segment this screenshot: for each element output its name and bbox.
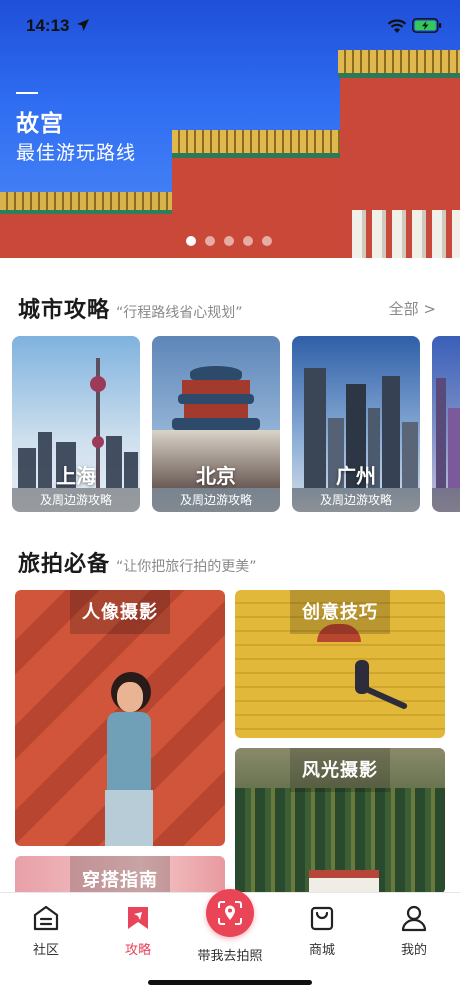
wifi-icon — [387, 19, 407, 33]
model-jeans — [105, 790, 153, 846]
tab-profile[interactable]: 我的 — [374, 903, 454, 958]
carousel-indicator[interactable] — [186, 236, 272, 246]
tab-label: 社区 — [32, 943, 59, 958]
photo-tile-creative[interactable]: 创意技巧 — [235, 590, 445, 738]
hero-accent-line — [16, 92, 38, 94]
view-all-link[interactable]: 全部 > — [389, 298, 436, 319]
section-title: 城市攻略 — [18, 298, 111, 323]
city-caption-bar — [432, 488, 460, 512]
hero-banner[interactable]: 14:13 故宫 最佳游玩路线 — [0, 0, 460, 258]
tab-take-me-to-shoot[interactable]: 带我去拍照 — [190, 889, 270, 964]
city-caption: 及周边游攻略 — [12, 488, 140, 512]
skyscraper — [448, 408, 460, 488]
cabin — [309, 870, 379, 894]
battery-charging-icon — [412, 18, 442, 33]
photo-tile-landscape[interactable]: 风光摄影 — [235, 748, 445, 894]
shopping-bag-icon — [310, 906, 334, 931]
tab-community[interactable]: 社区 — [6, 903, 86, 958]
model-top — [107, 712, 151, 794]
tile-label: 穿搭指南 — [70, 856, 170, 894]
marble-balustrade — [352, 210, 460, 258]
temple-tier — [184, 404, 248, 418]
city-name: 上海 — [56, 464, 96, 488]
tab-mall[interactable]: 商城 — [282, 903, 362, 958]
profile-icon — [401, 905, 427, 932]
city-section-header: 城市攻略 “行程路线省心规划” — [18, 292, 243, 324]
tab-label: 带我去拍照 — [197, 949, 263, 964]
city-card-beijing[interactable]: 北京 及周边游攻略 — [152, 336, 280, 512]
jumping-person-leg — [359, 684, 409, 710]
city-card-shanghai[interactable]: 上海 及周边游攻略 — [12, 336, 140, 512]
section-quote: “让你把旅行拍的更美” — [116, 559, 257, 575]
skyscraper — [436, 378, 446, 488]
palace-roof-left — [0, 192, 175, 214]
city-caption: 及周边游攻略 — [152, 488, 280, 512]
home-indicator[interactable] — [148, 980, 312, 985]
palace-roof-middle — [172, 130, 352, 158]
carousel-dot[interactable] — [224, 236, 234, 246]
photo-section-header: 旅拍必备 “让你把旅行拍的更美” — [18, 546, 257, 578]
tab-label: 商城 — [308, 943, 335, 958]
pearl-tower-sphere — [90, 376, 106, 392]
city-caption: 及周边游攻略 — [292, 488, 420, 512]
shoot-button[interactable] — [206, 889, 254, 937]
section-title: 旅拍必备 — [18, 552, 111, 577]
tab-guide[interactable]: 攻略 — [98, 903, 178, 958]
section-quote: “行程路线省心规划” — [116, 305, 243, 321]
city-card-guangzhou[interactable]: 广州 及周边游攻略 — [292, 336, 420, 512]
carousel-dot[interactable] — [186, 236, 196, 246]
model-face — [117, 682, 143, 712]
carousel-dot[interactable] — [262, 236, 272, 246]
banner-subtitle: 最佳游玩路线 — [16, 142, 137, 164]
tile-label: 创意技巧 — [290, 590, 390, 634]
location-arrow-icon — [77, 19, 89, 31]
temple-tier — [182, 380, 250, 394]
carousel-dot[interactable] — [205, 236, 215, 246]
status-time: 14:13 — [26, 16, 70, 35]
palace-roof-right — [338, 50, 460, 78]
tab-label: 攻略 — [124, 943, 151, 958]
location-camera-icon — [218, 901, 242, 925]
community-icon — [33, 905, 59, 931]
photo-tile-portrait[interactable]: 人像摄影 — [15, 590, 225, 846]
temple-roof — [178, 394, 254, 404]
carousel-dot[interactable] — [243, 236, 253, 246]
tile-label: 风光摄影 — [290, 748, 390, 792]
pearl-tower-sphere — [92, 436, 104, 448]
photo-tile-outfit[interactable]: 穿搭指南 — [15, 856, 225, 894]
guide-flag-icon — [128, 907, 148, 929]
temple-roof — [172, 418, 260, 430]
tab-label: 我的 — [400, 943, 427, 958]
status-bar: 14:13 — [0, 0, 460, 50]
banner-title: 故宫 — [16, 111, 64, 137]
temple-roof — [190, 366, 242, 380]
city-name: 北京 — [196, 464, 236, 488]
city-name: 广州 — [336, 464, 376, 488]
city-card-partial[interactable] — [432, 336, 460, 512]
tile-label: 人像摄影 — [70, 590, 170, 634]
